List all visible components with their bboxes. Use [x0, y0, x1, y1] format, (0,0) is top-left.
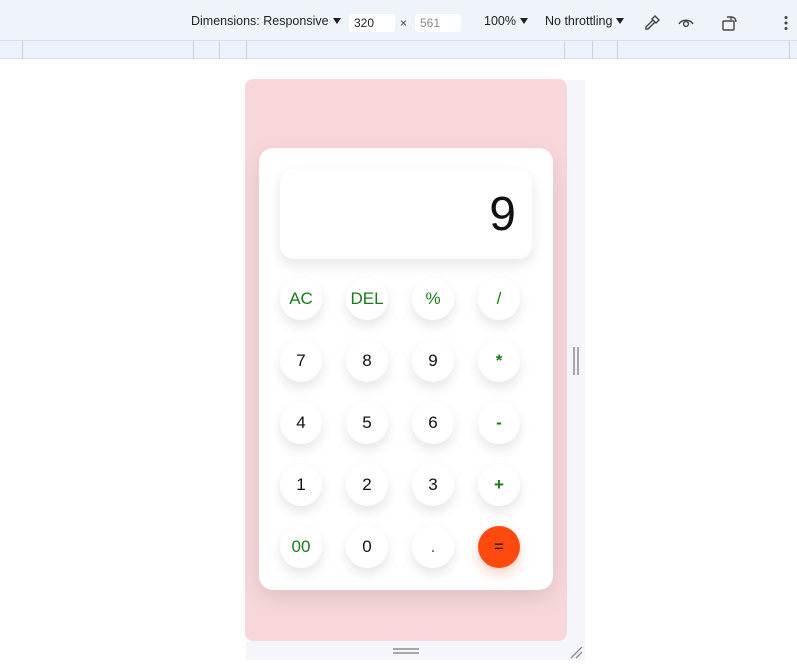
key-digit-1-button[interactable]: 1: [280, 464, 322, 506]
media-query-ruler: [0, 40, 797, 59]
key-subtract-button[interactable]: -: [478, 402, 520, 444]
key-digit-7-button[interactable]: 7: [280, 340, 322, 382]
key-digit-5-button[interactable]: 5: [346, 402, 388, 444]
key-digit-9-button[interactable]: 9: [412, 340, 454, 382]
more-vertical-icon[interactable]: [776, 13, 796, 33]
caret-down-icon: [616, 18, 625, 24]
key-equals-button[interactable]: =: [478, 526, 520, 568]
key-multiply-button[interactable]: *: [478, 340, 520, 382]
devtools-device-toolbar: Dimensions: Responsive 320 × 561 100% No…: [0, 0, 797, 40]
key-delete-button[interactable]: DEL: [346, 278, 388, 320]
resize-handle-right[interactable]: [573, 347, 579, 375]
key-digit-8-button[interactable]: 8: [346, 340, 388, 382]
eye-icon[interactable]: [676, 13, 696, 33]
zoom-label: 100%: [484, 14, 516, 28]
display-value: 9: [489, 188, 516, 241]
throttling-dropdown[interactable]: No throttling: [545, 14, 625, 28]
device-rotate-icon[interactable]: [720, 13, 740, 33]
height-input[interactable]: 561: [415, 14, 461, 32]
caret-down-icon: [519, 18, 528, 24]
key-digit-3-button[interactable]: 3: [412, 464, 454, 506]
calculator-display: 9: [280, 169, 532, 259]
key-divide-button[interactable]: /: [478, 278, 520, 320]
key-digit-0-button[interactable]: 0: [346, 526, 388, 568]
key-digit-4-button[interactable]: 4: [280, 402, 322, 444]
key-percent-button[interactable]: %: [412, 278, 454, 320]
width-input[interactable]: 320: [349, 14, 395, 32]
resize-handle-bottom[interactable]: [393, 648, 419, 654]
caret-down-icon: [332, 18, 341, 24]
throttling-label: No throttling: [545, 14, 613, 28]
key-add-button[interactable]: +: [478, 464, 520, 506]
key-digit-6-button[interactable]: 6: [412, 402, 454, 444]
eyedropper-icon[interactable]: [642, 13, 662, 33]
dimension-separator: ×: [400, 16, 408, 30]
key-decimal-button[interactable]: .: [412, 526, 454, 568]
dimensions-dropdown[interactable]: Dimensions: Responsive: [191, 14, 341, 28]
key-clear-button[interactable]: AC: [280, 278, 322, 320]
dimensions-label: Dimensions: Responsive: [191, 14, 329, 28]
resize-corner-icon[interactable]: [569, 645, 583, 659]
key-double-zero-button[interactable]: 00: [280, 526, 322, 568]
zoom-dropdown[interactable]: 100%: [484, 14, 528, 28]
key-digit-2-button[interactable]: 2: [346, 464, 388, 506]
